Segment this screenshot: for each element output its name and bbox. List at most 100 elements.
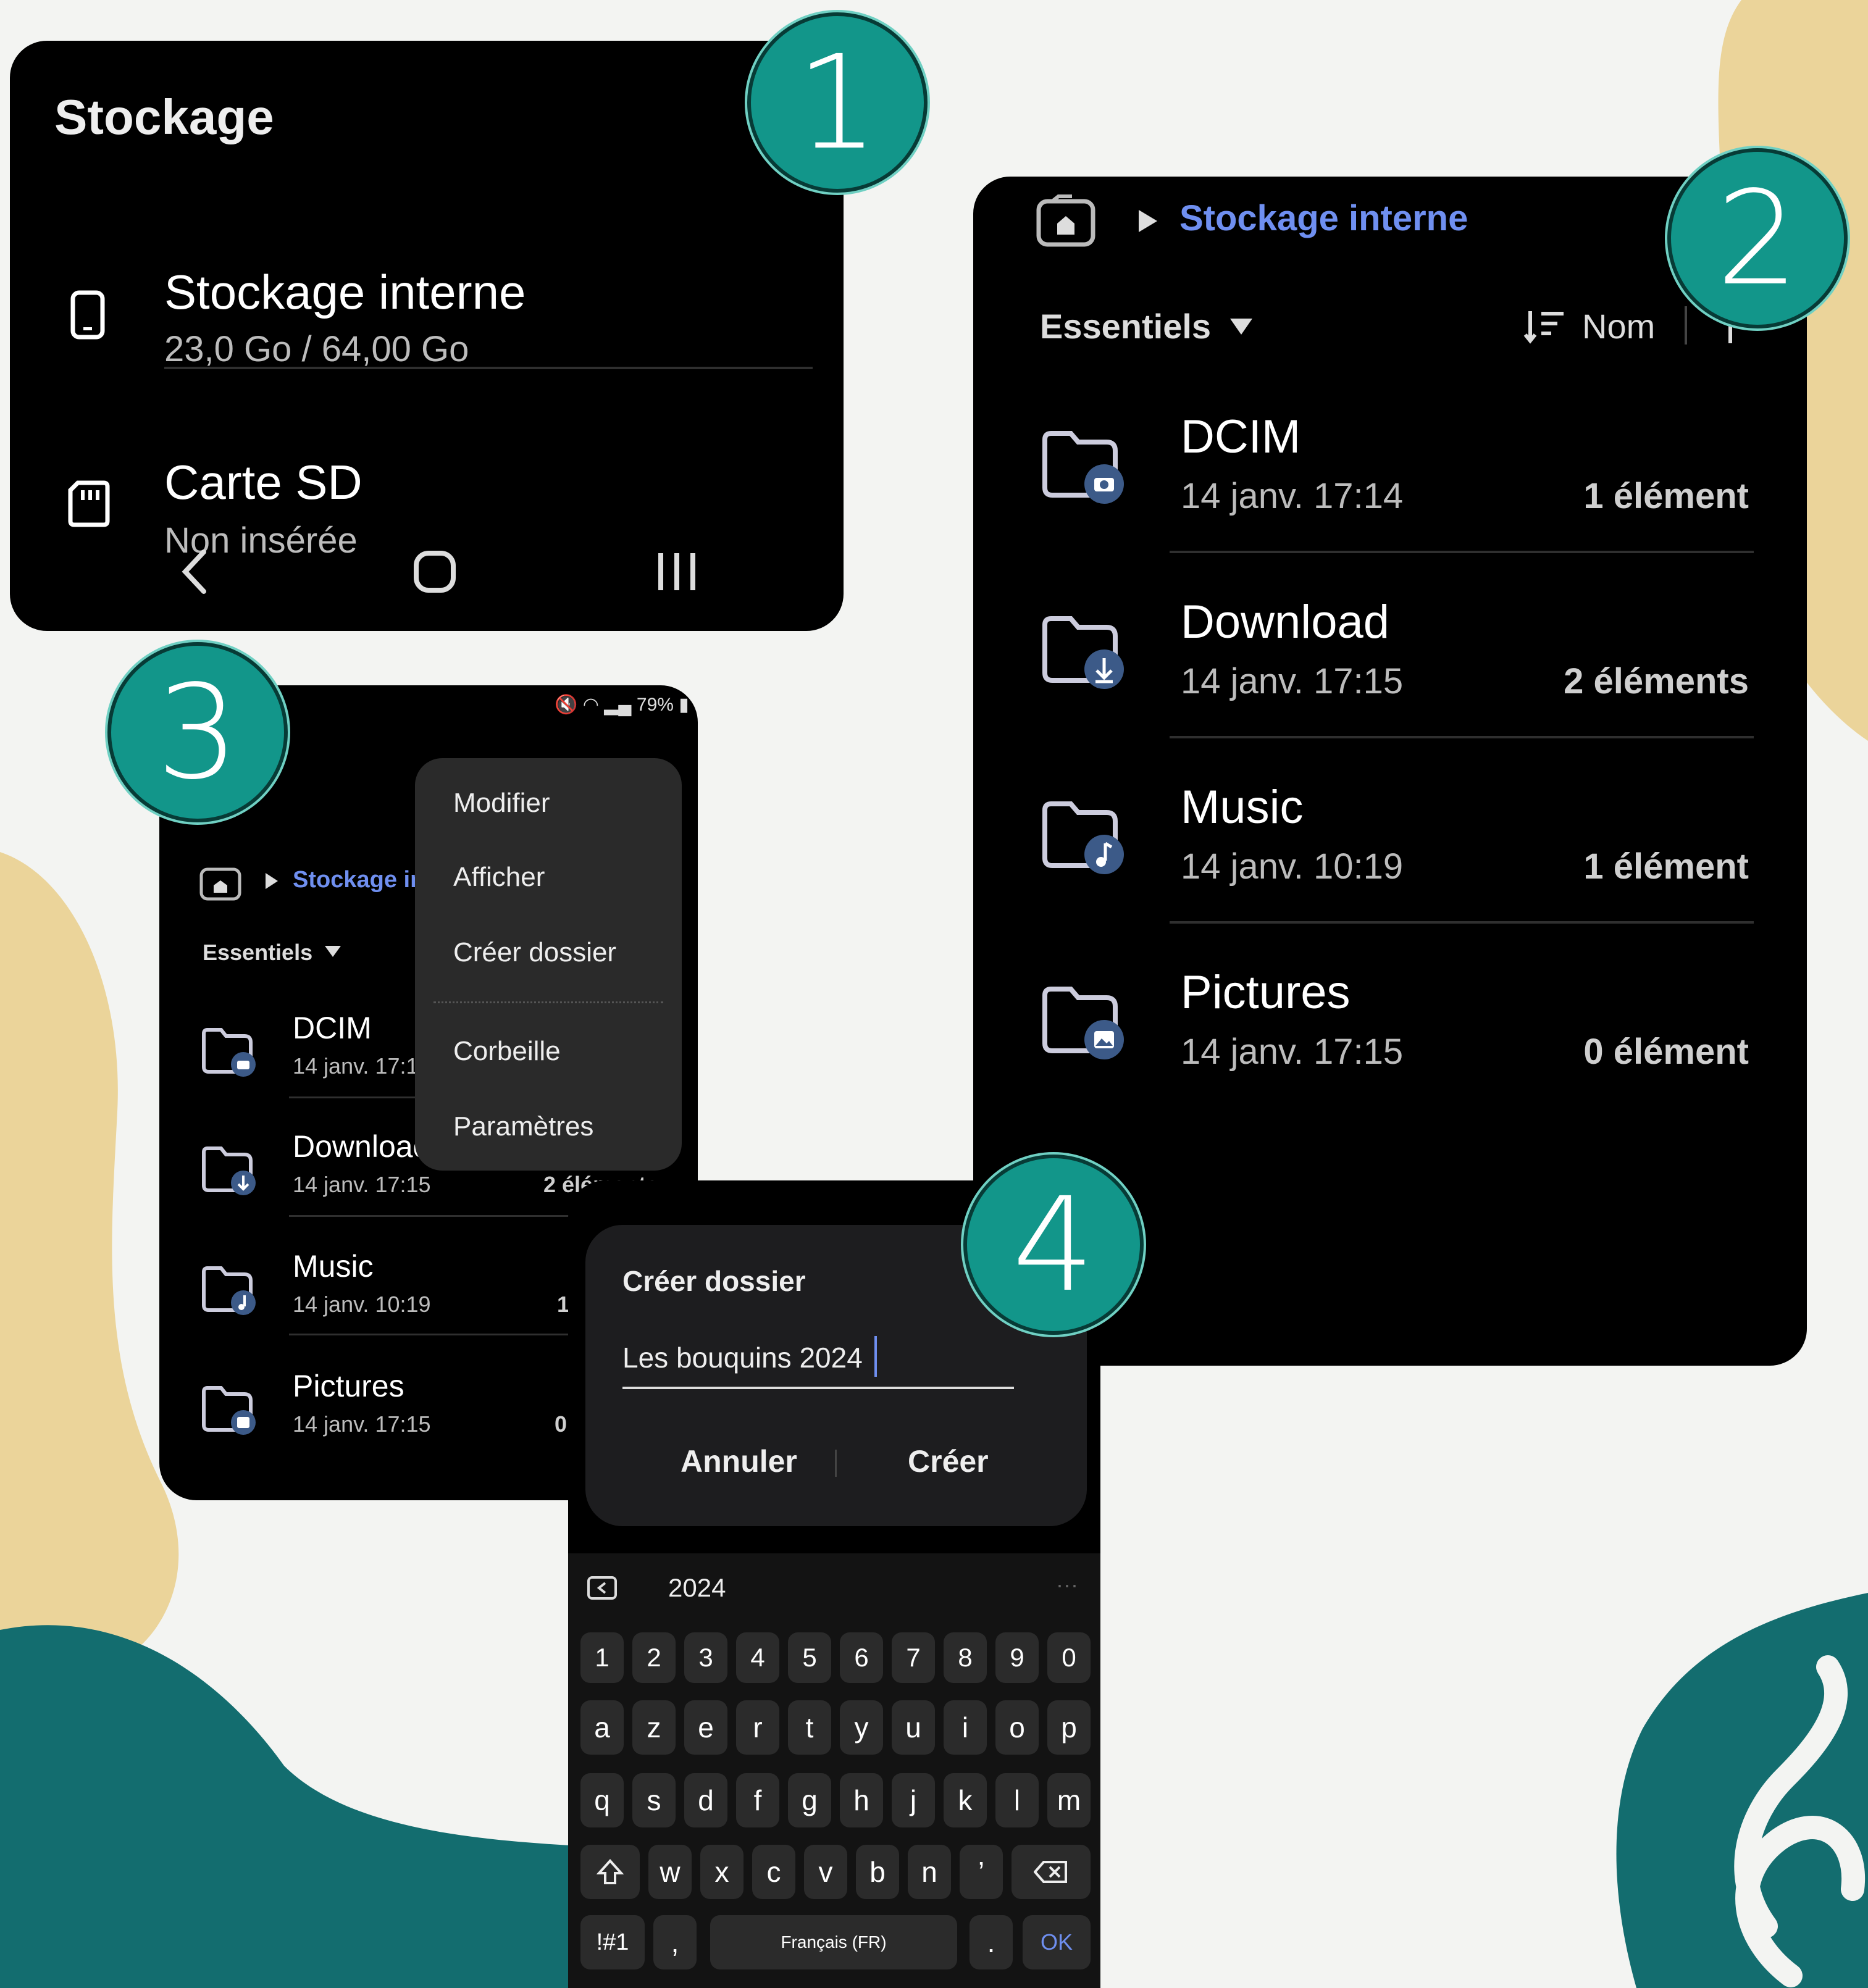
key[interactable]: n [908,1845,951,1899]
internal-storage-usage: 23,0 Go / 64,00 Go [164,329,469,369]
key[interactable]: q [580,1773,624,1827]
key[interactable]: 2 [632,1632,676,1683]
more-icon[interactable]: ··· [1056,1572,1078,1598]
music-folder-icon [1042,801,1124,874]
key[interactable]: ’ [960,1845,1003,1899]
list-item[interactable]: Music 14 janv. 10:19 1 élément [973,769,1807,936]
key[interactable]: 1 [580,1632,624,1683]
list-item[interactable]: DCIM 14 janv. 17:14 1 élément [973,399,1807,566]
period-key[interactable]: . [970,1915,1013,1969]
key[interactable]: s [632,1773,676,1827]
key[interactable]: 4 [736,1632,779,1683]
key[interactable]: h [840,1773,883,1827]
menu-item-afficher[interactable]: Afficher [453,862,545,893]
key[interactable]: t [788,1700,831,1755]
folder-date: 14 janv. 10:19 [293,1292,431,1317]
cancel-button[interactable]: Annuler [681,1443,797,1479]
key[interactable]: g [788,1773,831,1827]
menu-item-parametres[interactable]: Paramètres [453,1111,593,1142]
key[interactable]: l [995,1773,1039,1827]
key[interactable]: 7 [892,1632,935,1683]
home-circle-icon[interactable] [410,547,459,596]
battery-icon: ▮ [679,695,689,715]
folder-count: 1 élément [1583,476,1749,516]
key[interactable]: 0 [1047,1632,1091,1683]
key[interactable]: k [944,1773,987,1827]
signal-icon: ▂▄ [604,695,632,715]
input-underline [622,1387,1014,1389]
breadcrumb[interactable]: Stockage interne [1179,198,1468,239]
home-folder-icon[interactable] [1035,194,1097,248]
key[interactable]: 9 [995,1632,1039,1683]
key[interactable]: c [752,1845,795,1899]
shift-key[interactable] [580,1845,640,1899]
step-badge-2: 2 [1667,148,1848,328]
key[interactable]: u [892,1700,935,1755]
key[interactable]: i [944,1700,987,1755]
filter-dropdown[interactable]: Essentiels [203,940,312,966]
keyboard-collapse-icon[interactable] [587,1576,618,1600]
internal-storage-name: Stockage interne [164,265,526,319]
key[interactable]: x [700,1845,743,1899]
folder-count: 0 [555,1411,568,1437]
comma-key[interactable]: , [653,1915,697,1969]
key[interactable]: 3 [684,1632,727,1683]
key[interactable]: b [856,1845,899,1899]
sort-label[interactable]: Nom [1582,306,1655,346]
internal-storage-item[interactable]: Stockage interne 23,0 Go / 64,00 Go [10,207,844,369]
menu-item-creer-dossier[interactable]: Créer dossier [453,937,616,968]
key[interactable]: d [684,1773,727,1827]
key[interactable]: p [1047,1700,1091,1755]
divider [1170,736,1754,738]
key[interactable]: 5 [788,1632,831,1683]
key[interactable]: r [736,1700,779,1755]
key[interactable]: a [580,1700,624,1755]
image-folder-icon [1042,987,1124,1059]
home-folder-icon[interactable] [199,864,242,901]
backspace-icon [1034,1861,1067,1883]
folder-date: 14 janv. 17:1 [293,1053,419,1079]
key[interactable]: e [684,1700,727,1755]
sort-icon[interactable] [1523,307,1566,345]
key[interactable]: y [840,1700,883,1755]
key[interactable]: m [1047,1773,1091,1827]
breadcrumb[interactable]: Stockage in [293,867,424,893]
suggestion-word[interactable]: 2024 [668,1573,726,1603]
camera-folder-icon [1042,431,1124,504]
folder-date: 14 janv. 17:15 [293,1411,431,1437]
list-item[interactable]: Download 14 janv. 17:15 2 éléments [973,584,1807,751]
create-button[interactable]: Créer [908,1443,989,1479]
chevron-down-icon[interactable] [324,945,342,959]
wifi-icon: ◠ [582,695,599,715]
sd-card-item[interactable]: Carte SD Non insérée [10,411,844,561]
folder-name: DCIM [293,1011,372,1045]
step-badge-1: 1 [747,12,928,193]
key[interactable]: f [736,1773,779,1827]
key[interactable]: o [995,1700,1039,1755]
divider [1685,306,1687,345]
key[interactable]: v [804,1845,847,1899]
key[interactable]: 8 [944,1632,987,1683]
space-key[interactable]: Français (FR) [710,1915,957,1969]
back-icon[interactable] [177,547,214,596]
chevron-down-icon[interactable] [1228,316,1255,338]
camera-folder-icon [202,1028,256,1077]
symbols-key[interactable]: !#1 [580,1915,645,1969]
backspace-key[interactable] [1011,1845,1091,1899]
download-folder-icon [202,1146,256,1195]
filter-dropdown[interactable]: Essentiels [1040,306,1211,346]
key[interactable]: z [632,1700,676,1755]
download-folder-icon [1042,616,1124,689]
key[interactable]: w [648,1845,692,1899]
menu-item-modifier[interactable]: Modifier [453,788,550,819]
recents-icon[interactable] [652,547,702,596]
list-item[interactable]: Pictures 14 janv. 17:15 0 élément [973,954,1807,1121]
key[interactable]: j [892,1773,935,1827]
key[interactable]: 6 [840,1632,883,1683]
button-divider [835,1450,837,1477]
ok-key[interactable]: OK [1023,1915,1091,1969]
folder-date: 14 janv. 17:14 [1181,476,1404,516]
menu-item-corbeille[interactable]: Corbeille [453,1036,561,1067]
mute-icon: 🔇 [555,695,578,715]
folder-name-input[interactable]: Les bouquins 2024 [622,1341,863,1374]
